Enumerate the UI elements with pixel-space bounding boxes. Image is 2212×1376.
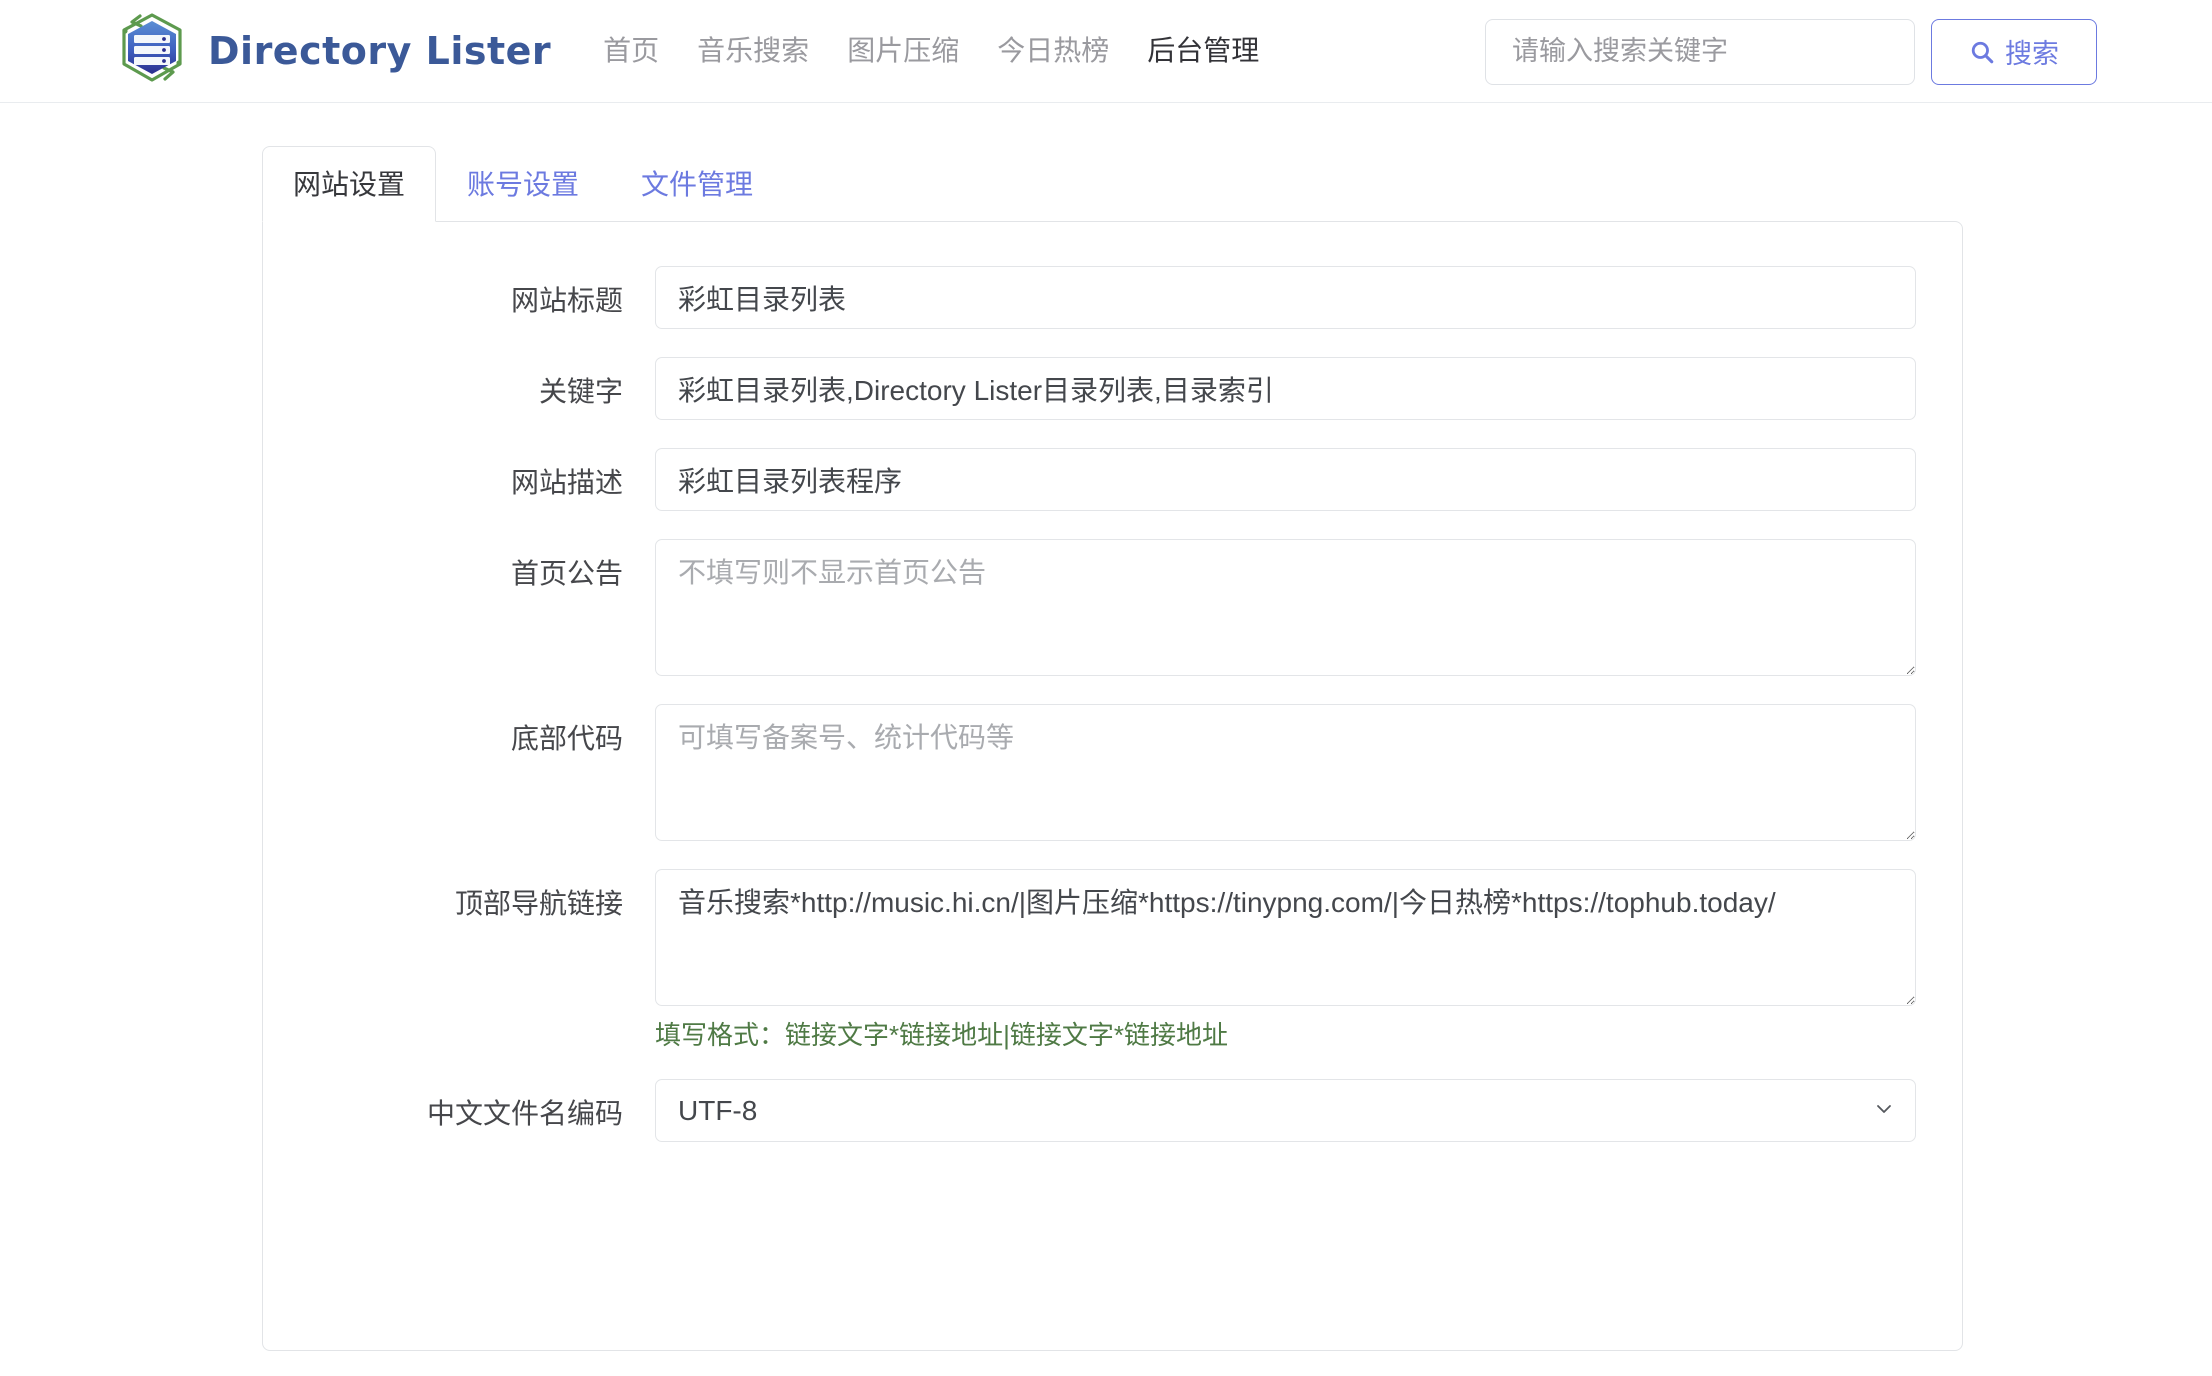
form-row-announcement: 首页公告 [263, 539, 1962, 676]
site-settings-panel: 网站标题 关键字 网站描述 首页公告 底部代码 [262, 221, 1963, 1351]
label-filename-encoding: 中文文件名编码 [426, 1098, 623, 1130]
textarea-announcement[interactable] [655, 539, 1916, 676]
brand-name: Directory Lister [208, 29, 552, 73]
header-search-group: 搜索 [1485, 0, 2097, 103]
label-nav-links: 顶部导航链接 [454, 888, 623, 919]
label-announcement: 首页公告 [510, 558, 623, 589]
select-filename-encoding[interactable] [655, 1079, 1916, 1143]
nav-item-home[interactable]: 首页 [603, 37, 659, 65]
site-header: Directory Lister 首页 音乐搜索 图片压缩 今日热榜 后台管理 … [0, 0, 2212, 103]
form-row-keywords: 关键字 [263, 357, 1962, 420]
nav-item-image-compress[interactable]: 图片压缩 [847, 37, 959, 65]
input-description[interactable] [655, 448, 1916, 511]
textarea-footer-code[interactable] [655, 704, 1916, 841]
nav-links-help-text: 填写格式：链接文字*链接地址|链接文字*链接地址 [655, 1020, 1228, 1050]
tab-file-manager[interactable]: 文件管理 [610, 146, 784, 222]
textarea-nav-links[interactable] [655, 869, 1916, 1006]
form-row-nav-links: 顶部导航链接 填写格式：链接文字*链接地址|链接文字*链接地址 [263, 869, 1962, 1051]
nav-item-daily-hot[interactable]: 今日热榜 [997, 37, 1109, 65]
search-button-label: 搜索 [2005, 39, 2059, 69]
input-keywords[interactable] [655, 357, 1916, 420]
label-description: 网站描述 [510, 467, 623, 498]
search-icon [1969, 39, 1995, 65]
main-navigation: 首页 音乐搜索 图片压缩 今日热榜 后台管理 [603, 37, 1259, 65]
directory-lister-logo-icon [110, 9, 194, 93]
nav-item-admin[interactable]: 后台管理 [1147, 37, 1259, 65]
form-row-site-title: 网站标题 [263, 266, 1962, 329]
form-row-filename-encoding: 中文文件名编码 [263, 1079, 1962, 1143]
search-button[interactable]: 搜索 [1931, 18, 2097, 85]
settings-tab-bar: 网站设置 账号设置 文件管理 [262, 144, 1963, 222]
input-site-title[interactable] [655, 266, 1916, 329]
label-keywords: 关键字 [538, 376, 623, 407]
brand-logo-link[interactable]: Directory Lister [110, 9, 551, 93]
label-site-title: 网站标题 [510, 285, 623, 316]
form-row-footer-code: 底部代码 [263, 704, 1962, 841]
nav-item-music-search[interactable]: 音乐搜索 [697, 37, 809, 65]
tab-site-settings[interactable]: 网站设置 [262, 146, 437, 222]
label-footer-code: 底部代码 [510, 723, 623, 754]
tab-account-settings[interactable]: 账号设置 [436, 146, 610, 222]
search-input[interactable] [1485, 18, 1915, 85]
form-row-description: 网站描述 [263, 448, 1962, 511]
admin-content: 网站设置 账号设置 文件管理 网站标题 关键字 网站描述 首页公告 [0, 103, 2212, 1351]
